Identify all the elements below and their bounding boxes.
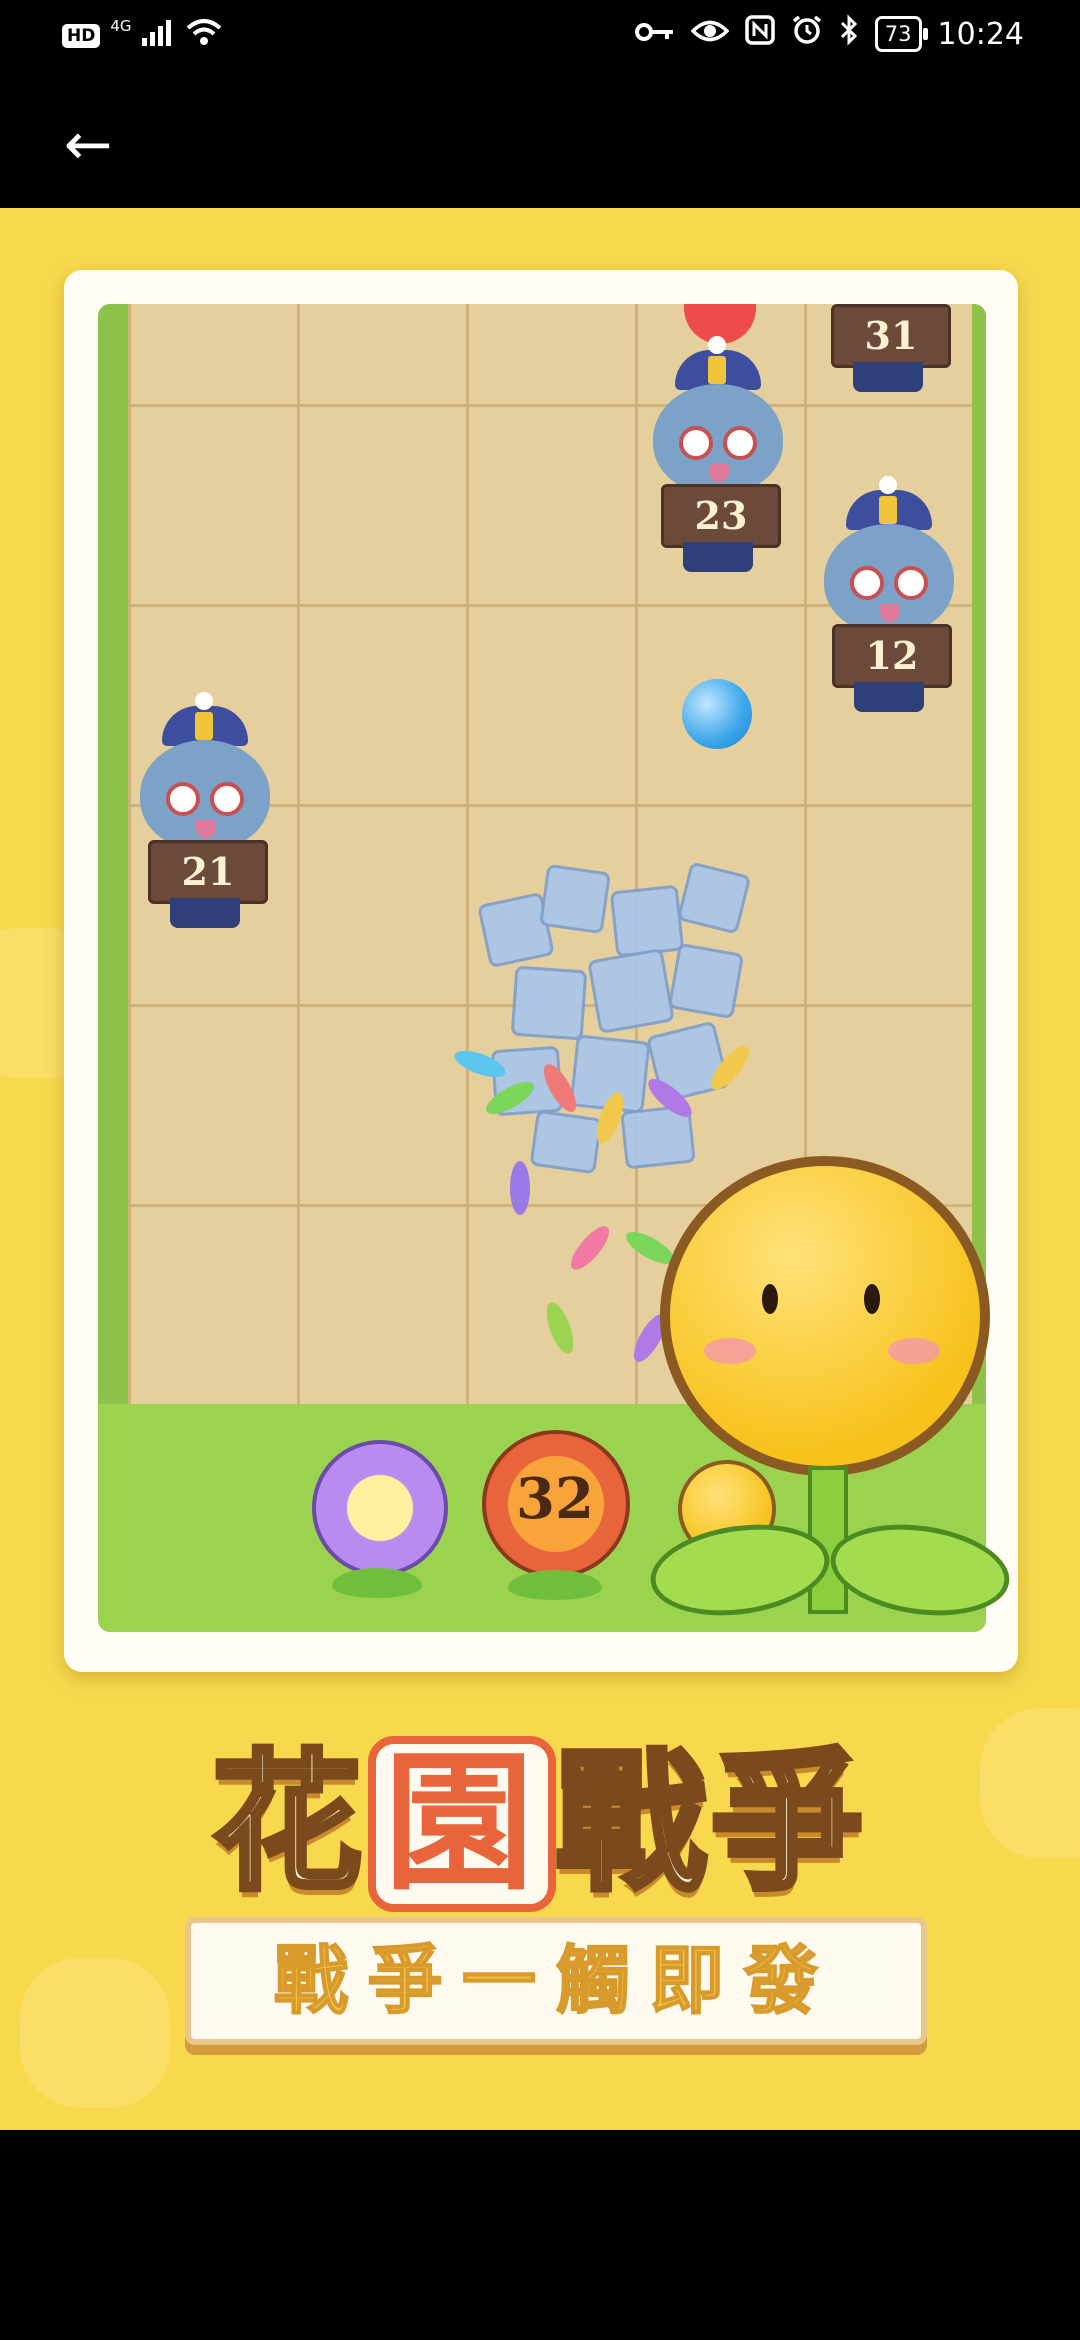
flower-leaf [332,1568,422,1598]
zombie-head [140,740,270,850]
zombie-hp-sign: 21 [148,840,268,904]
zombie-eye [210,782,244,816]
zombie-legs [853,362,923,392]
ice-cube [529,1109,603,1175]
mascot-eye [762,1284,778,1314]
petal-particle [510,1161,530,1215]
bluetooth-icon [839,14,859,54]
zombie-head [653,384,783,494]
network-label: 4G [110,16,132,35]
subtitle-plate: 戰爭一觸即發 [185,1917,927,2045]
flower-petals [312,1440,448,1576]
zombie-legs [170,898,240,928]
zombie-eye [166,782,200,816]
bottom-area [0,2130,1080,2340]
purple-flower [312,1440,448,1610]
back-arrow-icon: ← [63,110,113,178]
eye-icon [690,17,730,52]
status-left: HD 4G [62,16,222,53]
subtitle-text: 戰爭一觸即發 [273,1937,838,2025]
nfc-icon [745,15,775,53]
grass-border-left [98,304,128,1404]
status-right: 73 10:24 [634,14,1024,54]
zombie-tongue [196,820,216,838]
ice-cube [676,861,752,935]
ice-cube [587,947,675,1035]
battery-indicator: 73 [874,16,928,52]
ice-cube [667,942,745,1020]
mascot-leaf [824,1513,1016,1627]
flower-leaf [508,1570,602,1600]
zombie-tongue [880,604,900,622]
back-button[interactable]: ← [50,106,126,182]
mascot-blush [704,1338,756,1364]
zombie-legs [683,542,753,572]
promo-banner: 31 23 12 21 32 花 園 戰爭 戰爭一觸即發 [0,208,1080,2130]
ice-cube [538,863,612,935]
signal-icon [141,18,176,53]
top-bar: ← [0,78,1080,208]
flower-level-number: 32 [516,1466,594,1532]
ice-cube [510,965,588,1041]
zombie-hp-sign: 23 [661,484,781,548]
mascot-eye [864,1284,880,1314]
status-bar: HD 4G 73 10:24 [0,0,1080,78]
hd-badge: HD [62,23,101,48]
mascot-head [660,1156,990,1476]
title-part2: 戰爭 [553,1734,869,1914]
wifi-icon [186,18,222,53]
banner-title-block: 花園戰爭 戰爭一觸即發 [0,1692,1080,2052]
mascot-blush [888,1338,940,1364]
zombie-eye [894,566,928,600]
sunflower-mascot [644,1156,1060,1656]
blue-ball [682,679,752,749]
zombie-hp-sign: 12 [832,624,952,688]
clock: 10:24 [937,16,1024,52]
zombie-hp-sign: 31 [831,304,951,368]
zombie-tongue [709,464,729,482]
title-boxed-char: 園 [367,1736,556,1912]
sunflower-level: 32 [482,1430,630,1610]
mascot-leaf [644,1513,836,1627]
alarm-icon [791,14,823,54]
game-title: 花園戰爭 [0,1702,1080,1919]
zombie-head [824,524,954,634]
ice-cube [609,884,685,958]
zombie-legs [854,682,924,712]
frozen-zombie-ice-cluster [451,858,803,1367]
zombie-eye [850,566,884,600]
key-icon [634,17,675,52]
title-part1: 花 [209,1734,368,1914]
zombie-eye [723,426,757,460]
zombie-eye [679,426,713,460]
